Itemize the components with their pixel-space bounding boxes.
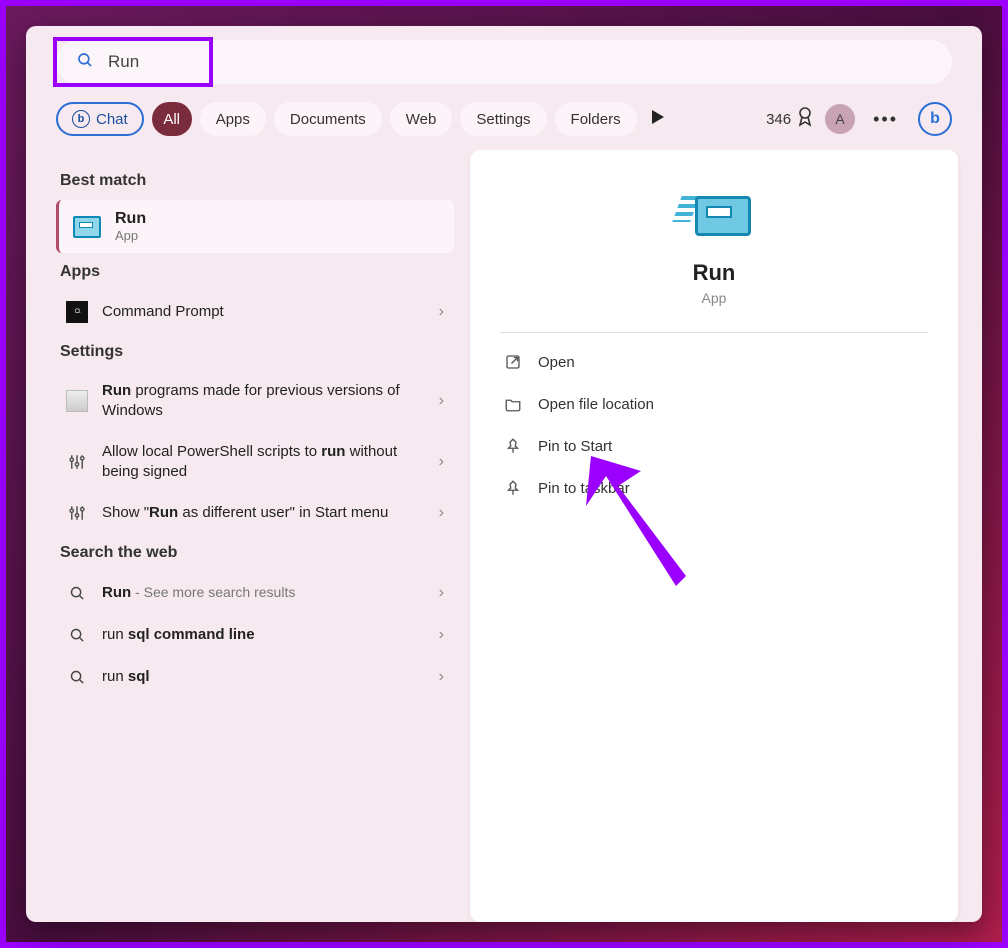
action-open-location[interactable]: Open file location bbox=[500, 383, 928, 425]
setting-run-as-user[interactable]: Show "Run as different user" in Start me… bbox=[56, 492, 454, 534]
sliders-icon bbox=[66, 451, 88, 473]
web-row1: Run - See more search results bbox=[102, 583, 425, 603]
web-row2: run sql command line bbox=[102, 625, 425, 645]
action-pin-start-label: Pin to Start bbox=[538, 438, 612, 455]
pin-icon bbox=[504, 437, 522, 455]
action-open-location-label: Open file location bbox=[538, 396, 654, 413]
chevron-right-icon: › bbox=[439, 504, 444, 522]
bing-button[interactable]: b bbox=[918, 102, 952, 136]
section-apps: Apps bbox=[60, 263, 450, 281]
best-match-title: Run bbox=[115, 210, 146, 228]
filter-documents[interactable]: Documents bbox=[274, 102, 382, 136]
filter-apps[interactable]: Apps bbox=[200, 102, 266, 136]
search-row bbox=[26, 40, 982, 92]
search-icon bbox=[66, 666, 88, 688]
chat-button[interactable]: b Chat bbox=[56, 102, 144, 136]
web-result-sql-cmd[interactable]: run sql command line › bbox=[56, 614, 454, 656]
app-command-prompt[interactable]: C:\ Command Prompt › bbox=[56, 291, 454, 333]
sliders-icon bbox=[66, 502, 88, 524]
setting-powershell-unsigned[interactable]: Allow local PowerShell scripts to run wi… bbox=[56, 432, 454, 493]
medal-icon bbox=[797, 107, 813, 132]
section-settings: Settings bbox=[60, 343, 450, 361]
search-box[interactable] bbox=[56, 40, 952, 84]
setting-row2-text: Allow local PowerShell scripts to run wi… bbox=[102, 442, 425, 483]
rewards-points[interactable]: 346 bbox=[766, 107, 813, 132]
chevron-right-icon: › bbox=[439, 303, 444, 321]
details-title: Run bbox=[500, 260, 928, 286]
points-value: 346 bbox=[766, 111, 791, 128]
more-menu-icon[interactable]: ••• bbox=[867, 109, 904, 130]
action-open-label: Open bbox=[538, 354, 575, 371]
more-filters-icon[interactable] bbox=[651, 110, 665, 129]
best-match-result[interactable]: Run App bbox=[56, 200, 454, 253]
compat-icon bbox=[66, 390, 88, 412]
search-panel: b Chat All Apps Documents Web Settings F… bbox=[26, 26, 982, 922]
web-result-sql[interactable]: run sql › bbox=[56, 656, 454, 698]
best-match-subtitle: App bbox=[115, 228, 146, 243]
results-column: Best match Run App Apps C:\ Command Prom… bbox=[42, 150, 462, 922]
filter-all[interactable]: All bbox=[152, 102, 192, 136]
setting-row1-text: Run programs made for previous versions … bbox=[102, 381, 425, 422]
section-search-web: Search the web bbox=[60, 544, 450, 562]
search-icon bbox=[66, 582, 88, 604]
divider bbox=[500, 332, 928, 333]
chevron-right-icon: › bbox=[439, 668, 444, 686]
pin-icon bbox=[504, 479, 522, 497]
chevron-right-icon: › bbox=[439, 392, 444, 410]
details-column: Run App Open Open file location Pin to S… bbox=[470, 150, 958, 922]
filter-row: b Chat All Apps Documents Web Settings F… bbox=[26, 92, 982, 150]
action-open[interactable]: Open bbox=[500, 341, 928, 383]
web-row3: run sql bbox=[102, 667, 425, 687]
cmd-icon: C:\ bbox=[66, 301, 88, 323]
search-icon bbox=[76, 51, 94, 74]
action-pin-taskbar-label: Pin to taskbar bbox=[538, 480, 630, 497]
open-icon bbox=[504, 353, 522, 371]
avatar[interactable]: A bbox=[825, 104, 855, 134]
chevron-right-icon: › bbox=[439, 584, 444, 602]
filter-folders[interactable]: Folders bbox=[555, 102, 637, 136]
setting-run-compat[interactable]: Run programs made for previous versions … bbox=[56, 371, 454, 432]
filter-web[interactable]: Web bbox=[390, 102, 453, 136]
chevron-right-icon: › bbox=[439, 626, 444, 644]
action-pin-taskbar[interactable]: Pin to taskbar bbox=[500, 467, 928, 509]
run-app-icon bbox=[677, 190, 751, 236]
chat-label: Chat bbox=[96, 111, 128, 128]
web-result-run[interactable]: Run - See more search results › bbox=[56, 572, 454, 614]
app-cmd-label: Command Prompt bbox=[102, 302, 425, 322]
chevron-right-icon: › bbox=[439, 453, 444, 471]
run-icon bbox=[73, 216, 101, 238]
folder-icon bbox=[504, 395, 522, 413]
bing-icon: b bbox=[72, 110, 90, 128]
search-icon bbox=[66, 624, 88, 646]
search-input[interactable] bbox=[108, 52, 932, 72]
content-area: Best match Run App Apps C:\ Command Prom… bbox=[26, 150, 982, 922]
section-best-match: Best match bbox=[60, 172, 450, 190]
details-subtitle: App bbox=[500, 290, 928, 306]
action-pin-start[interactable]: Pin to Start bbox=[500, 425, 928, 467]
filter-settings[interactable]: Settings bbox=[460, 102, 546, 136]
setting-row3-text: Show "Run as different user" in Start me… bbox=[102, 503, 425, 523]
